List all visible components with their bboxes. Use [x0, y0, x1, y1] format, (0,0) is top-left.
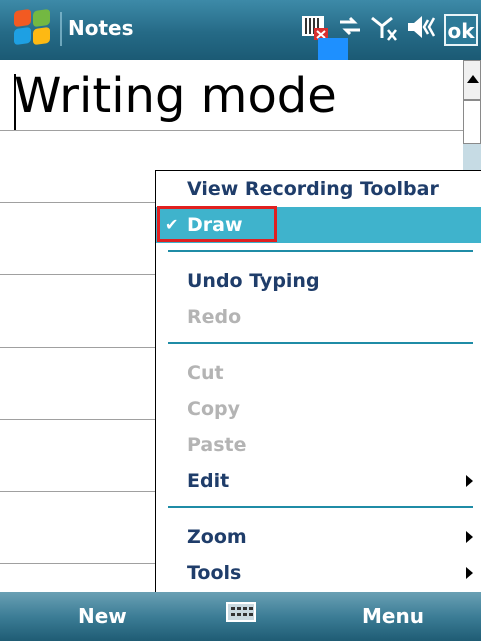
ruled-line — [0, 130, 463, 131]
title-separator — [60, 12, 62, 46]
menu-item-label: View Recording Toolbar — [187, 178, 439, 200]
menu-softkey[interactable]: Menu — [362, 604, 424, 628]
menu-item-undo-typing[interactable]: Undo Typing — [156, 263, 481, 299]
app-title: Notes — [68, 16, 134, 40]
signal-icon[interactable] — [370, 12, 400, 49]
menu-item-copy: Copy — [156, 391, 481, 427]
submenu-arrow-icon — [466, 531, 473, 543]
softkey-bar: New Menu — [0, 592, 481, 641]
menu-item-label: Undo Typing — [187, 270, 320, 292]
menu-item-tools[interactable]: Tools — [156, 555, 481, 591]
scroll-thumb[interactable] — [463, 100, 481, 144]
menu-item-label: Cut — [187, 362, 224, 384]
menu-item-cut: Cut — [156, 355, 481, 391]
note-text: Writing mode — [14, 68, 337, 124]
menu-item-edit[interactable]: Edit — [156, 463, 481, 499]
menu-separator — [168, 250, 473, 252]
ok-button[interactable]: ok — [444, 14, 478, 46]
highlight-annotation-box — [157, 206, 277, 242]
scroll-up-button[interactable] — [463, 60, 481, 100]
menu-item-view-recording-toolbar[interactable]: View Recording Toolbar — [156, 171, 481, 207]
context-menu: View Recording Toolbar ✔ Draw Undo Typin… — [155, 170, 481, 592]
menu-separator — [168, 506, 473, 508]
title-bar: Notes ok — [0, 0, 481, 60]
menu-item-label: Copy — [187, 398, 240, 420]
new-softkey[interactable]: New — [78, 604, 127, 628]
menu-item-label: Paste — [187, 434, 247, 456]
submenu-arrow-icon — [466, 475, 473, 487]
menu-item-paste: Paste — [156, 427, 481, 463]
menu-item-label: Edit — [187, 470, 230, 492]
submenu-arrow-icon — [466, 567, 473, 579]
menu-item-label: Redo — [187, 306, 242, 328]
menu-item-zoom[interactable]: Zoom — [156, 519, 481, 555]
keyboard-icon[interactable] — [226, 602, 256, 622]
windows-flag-icon[interactable] — [14, 8, 54, 48]
menu-item-label: Zoom — [187, 526, 247, 548]
volume-icon[interactable] — [406, 12, 438, 49]
menu-separator — [168, 342, 473, 344]
menu-item-label: Tools — [187, 562, 242, 584]
menu-item-redo: Redo — [156, 299, 481, 335]
